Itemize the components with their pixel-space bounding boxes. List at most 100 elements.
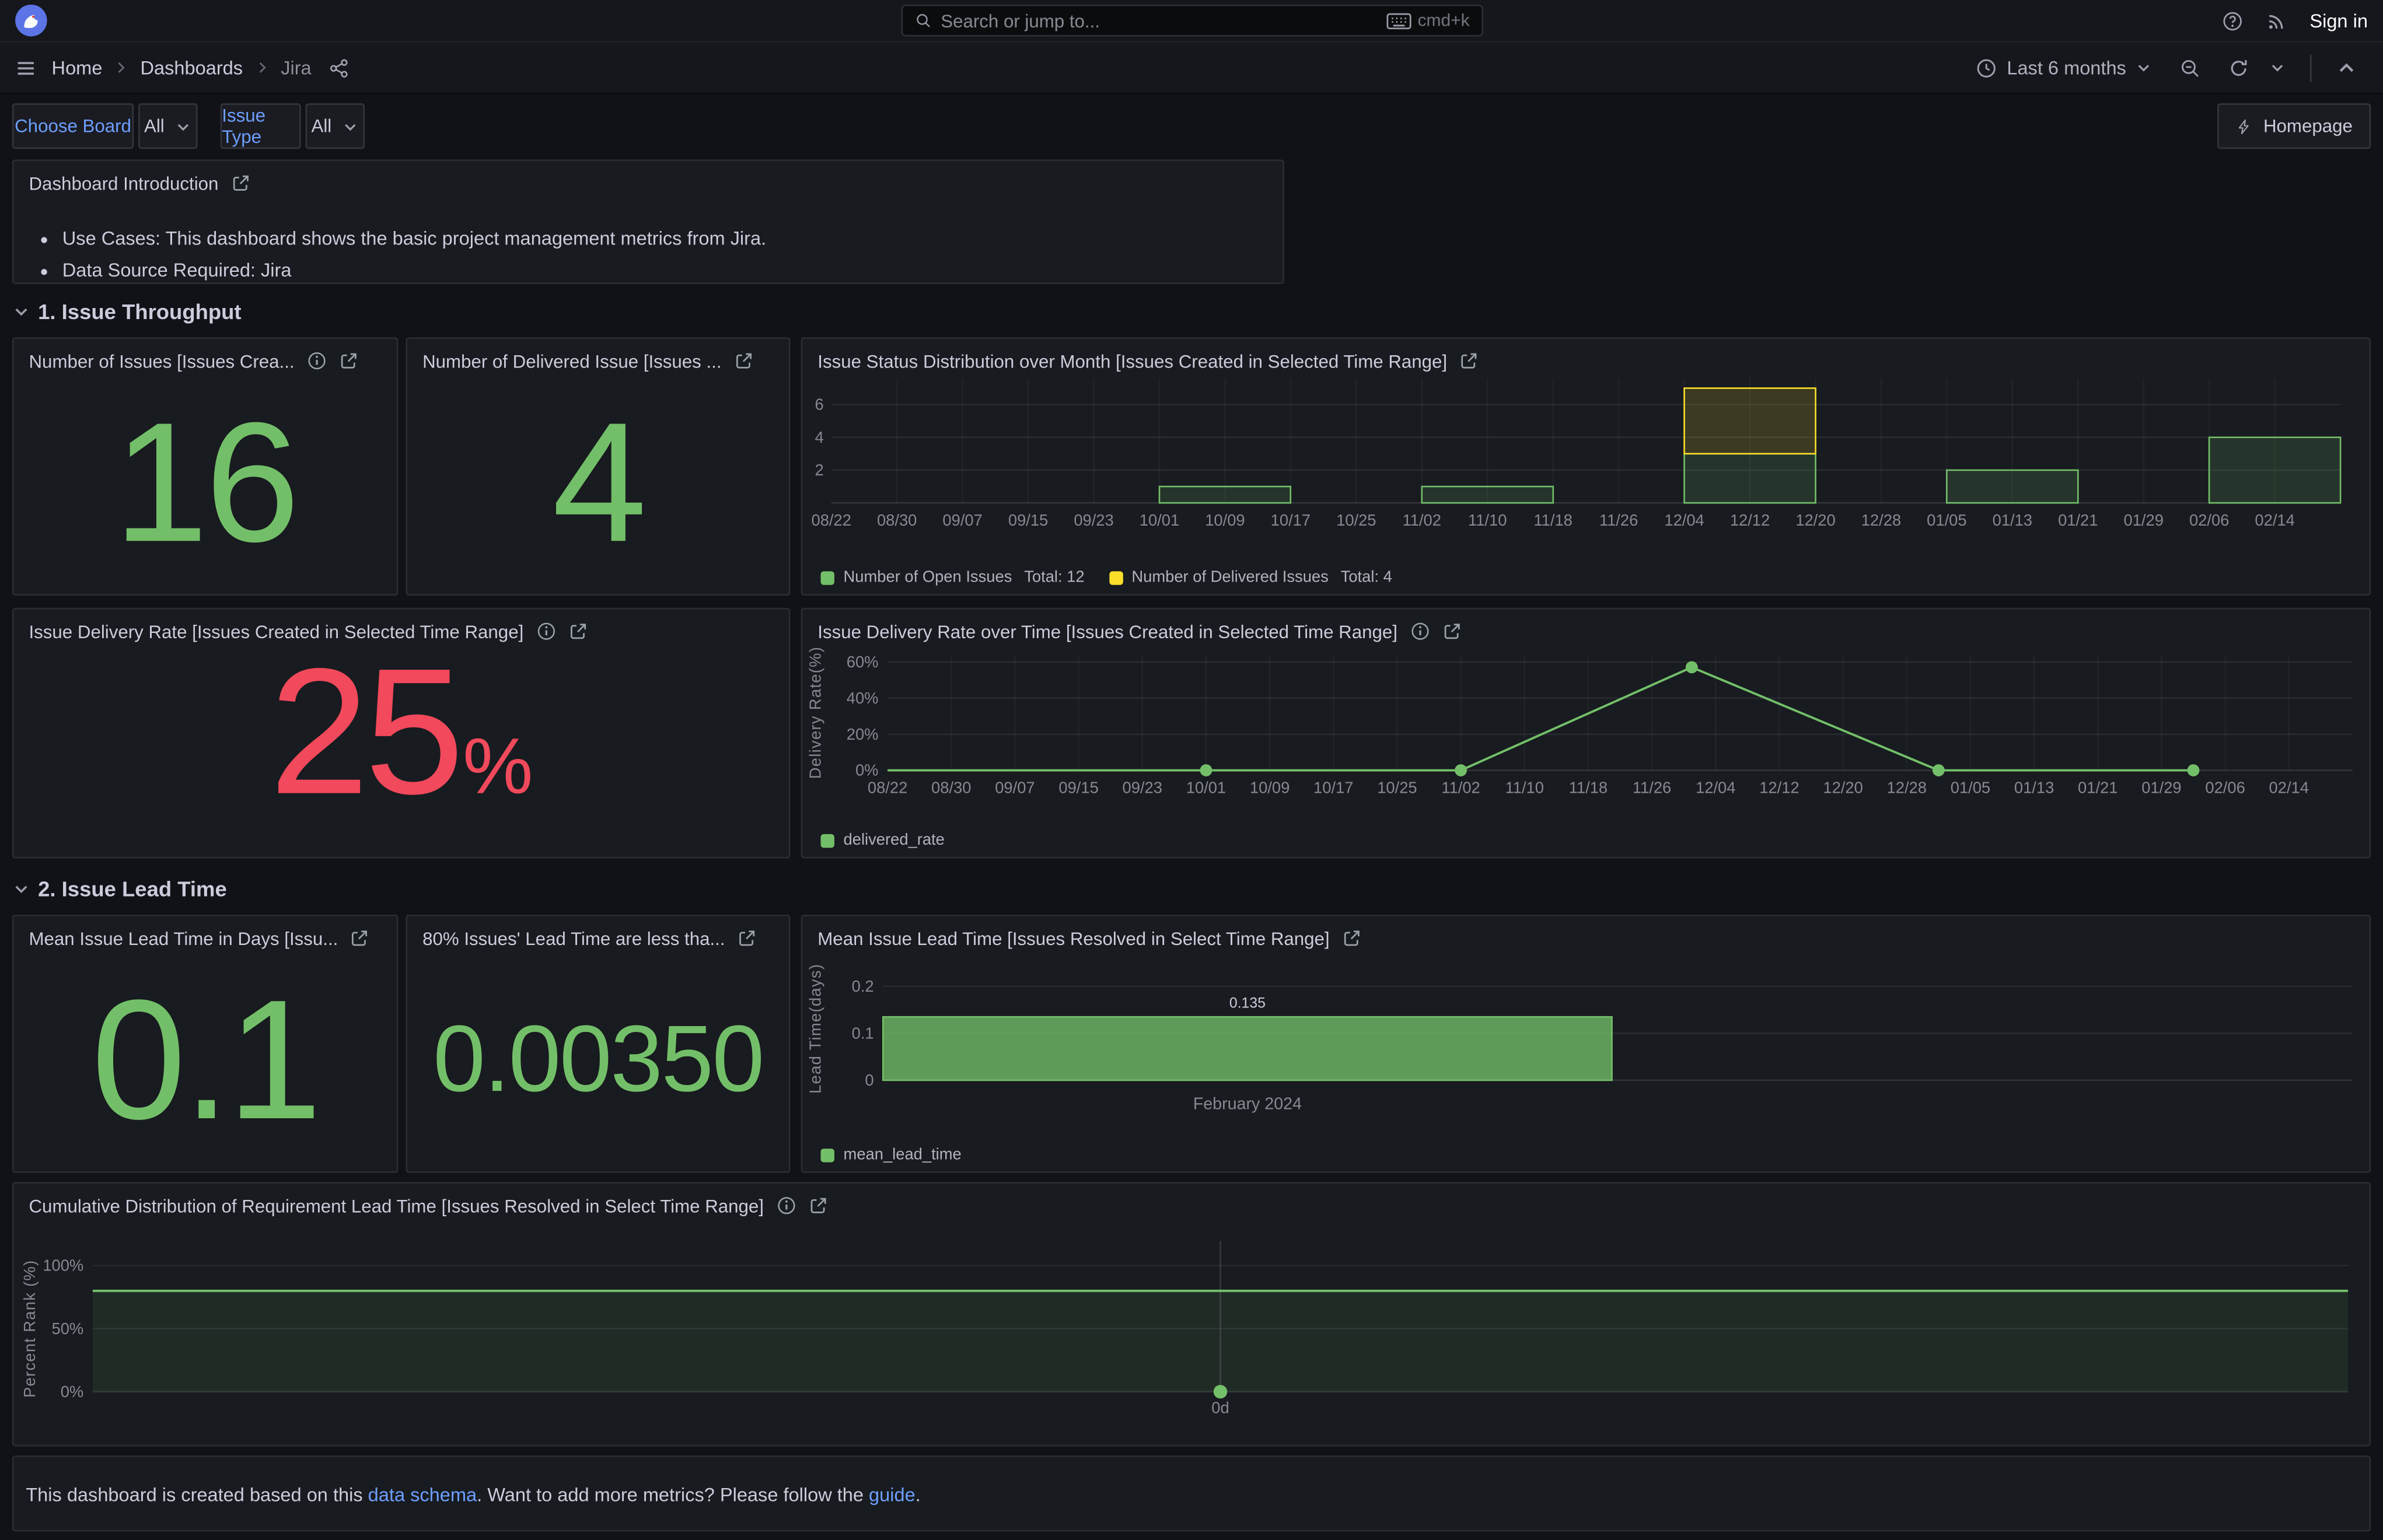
svg-text:09/07: 09/07 bbox=[942, 511, 982, 529]
svg-text:0: 0 bbox=[865, 1071, 873, 1089]
stat-panel-delivery-rate: Issue Delivery Rate [Issues Created in S… bbox=[12, 608, 791, 859]
dashboard-canvas: Choose Board All Issue Type All Homepage… bbox=[0, 93, 2383, 1540]
stat-panel-delivered-issues: Number of Delivered Issue [Issues ... 4 bbox=[406, 337, 790, 596]
svg-text:0.1: 0.1 bbox=[852, 1024, 874, 1042]
svg-text:09/15: 09/15 bbox=[1058, 779, 1098, 797]
svg-text:02/14: 02/14 bbox=[2269, 779, 2309, 797]
legend-item[interactable]: Number of Delivered IssuesTotal: 4 bbox=[1109, 568, 1392, 586]
external-link-icon[interactable] bbox=[338, 351, 358, 371]
external-link-icon[interactable] bbox=[350, 928, 370, 948]
chevron-right-icon bbox=[113, 60, 130, 76]
svg-text:09/23: 09/23 bbox=[1123, 779, 1162, 797]
panel-title[interactable]: Issue Status Distribution over Month [Is… bbox=[817, 350, 1447, 371]
board-select[interactable]: All bbox=[138, 103, 198, 149]
stat-value: 4 bbox=[407, 372, 789, 594]
refresh-interval-dropdown[interactable] bbox=[2266, 53, 2296, 82]
mean-lead-time-chart[interactable]: 00.10.2Lead Time(days)0.135February 2024 bbox=[802, 950, 2369, 1138]
chevron-down-icon bbox=[2269, 60, 2286, 76]
time-range-picker[interactable]: Last 6 months bbox=[1966, 51, 2162, 84]
guide-link[interactable]: guide bbox=[869, 1485, 916, 1506]
breadcrumb-home[interactable]: Home bbox=[52, 57, 103, 78]
svg-text:0%: 0% bbox=[61, 1382, 83, 1401]
search-icon bbox=[915, 12, 932, 29]
external-link-icon[interactable] bbox=[1442, 621, 1462, 641]
svg-text:10/01: 10/01 bbox=[1140, 511, 1179, 529]
external-link-icon[interactable] bbox=[737, 928, 757, 948]
status-distribution-chart[interactable]: 24608/2208/3009/0709/1509/2310/0110/0910… bbox=[802, 372, 2369, 551]
external-link-icon[interactable] bbox=[1341, 928, 1361, 948]
svg-text:11/18: 11/18 bbox=[1533, 511, 1572, 529]
external-link-icon[interactable] bbox=[568, 621, 588, 641]
help-icon[interactable] bbox=[2221, 10, 2242, 31]
external-link-icon[interactable] bbox=[230, 173, 250, 193]
data-schema-link[interactable]: data schema bbox=[368, 1485, 477, 1506]
info-icon[interactable] bbox=[1410, 621, 1430, 641]
toolbar-row: Home Dashboards Jira Last 6 months bbox=[0, 41, 2383, 93]
intro-bullet: Data Source Required: Jira bbox=[62, 260, 1264, 281]
chevron-up-icon bbox=[2336, 57, 2357, 78]
panel-title[interactable]: 80% Issues' Lead Time are less tha... bbox=[422, 928, 725, 949]
zoom-out-button[interactable] bbox=[2169, 51, 2211, 84]
external-link-icon[interactable] bbox=[733, 351, 753, 371]
refresh-button[interactable] bbox=[2217, 51, 2260, 84]
stat-panel-mean-lead-time: Mean Issue Lead Time in Days [Issu... 0.… bbox=[12, 915, 399, 1173]
delivery-rate-chart[interactable]: 0%20%40%60%08/2208/3009/0709/1509/2310/0… bbox=[802, 643, 2369, 822]
grafana-logo[interactable] bbox=[15, 5, 47, 37]
section-issue-throughput[interactable]: 1. Issue Throughput bbox=[12, 299, 242, 324]
info-icon[interactable] bbox=[306, 351, 326, 371]
cumulative-distribution-chart[interactable]: 0%50%100%Percent Rank (%)0d bbox=[13, 1217, 2369, 1445]
issue-type-select[interactable]: All bbox=[306, 103, 365, 149]
svg-text:09/23: 09/23 bbox=[1074, 511, 1113, 529]
chart-panel-status-distribution: Issue Status Distribution over Month [Is… bbox=[801, 337, 2371, 596]
zoom-out-icon bbox=[2179, 57, 2200, 78]
panel-title[interactable]: Cumulative Distribution of Requirement L… bbox=[29, 1195, 763, 1216]
footer-panel: This dashboard is created based on this … bbox=[12, 1455, 2371, 1531]
chevron-down-icon bbox=[175, 118, 192, 135]
legend-item[interactable]: mean_lead_time bbox=[820, 1146, 961, 1164]
panel-title[interactable]: Mean Issue Lead Time in Days [Issu... bbox=[29, 928, 338, 949]
svg-text:0%: 0% bbox=[855, 761, 879, 779]
external-link-icon[interactable] bbox=[808, 1196, 828, 1216]
refresh-icon bbox=[2228, 57, 2249, 78]
search-input[interactable]: Search or jump to... cmd+k bbox=[902, 5, 1484, 37]
panel-title[interactable]: Dashboard Introduction bbox=[29, 173, 218, 194]
svg-text:10/01: 10/01 bbox=[1186, 779, 1226, 797]
issue-type-label[interactable]: Issue Type bbox=[221, 103, 301, 149]
svg-text:40%: 40% bbox=[847, 689, 879, 707]
svg-text:12/20: 12/20 bbox=[1823, 779, 1863, 797]
info-icon[interactable] bbox=[536, 621, 555, 641]
legend-item[interactable]: Number of Open IssuesTotal: 12 bbox=[820, 568, 1084, 586]
panel-title[interactable]: Number of Delivered Issue [Issues ... bbox=[422, 350, 721, 371]
collapse-topbar-button[interactable] bbox=[2325, 51, 2368, 84]
info-icon[interactable] bbox=[776, 1196, 796, 1216]
svg-text:60%: 60% bbox=[847, 653, 879, 671]
bolt-icon bbox=[2236, 118, 2253, 135]
section-issue-lead-time[interactable]: 2. Issue Lead Time bbox=[12, 877, 227, 901]
search-shortcut: cmd+k bbox=[1386, 12, 1470, 30]
svg-text:01/05: 01/05 bbox=[1927, 511, 1966, 529]
news-icon[interactable] bbox=[2266, 10, 2287, 31]
svg-text:2: 2 bbox=[815, 461, 823, 479]
panel-title[interactable]: Mean Issue Lead Time [Issues Resolved in… bbox=[817, 928, 1329, 949]
svg-text:12/12: 12/12 bbox=[1730, 511, 1770, 529]
panel-title[interactable]: Issue Delivery Rate over Time [Issues Cr… bbox=[817, 621, 1397, 642]
menu-icon[interactable] bbox=[15, 57, 36, 78]
legend-item[interactable]: delivered_rate bbox=[820, 831, 944, 849]
chart-panel-delivery-rate-over-time: Issue Delivery Rate over Time [Issues Cr… bbox=[801, 608, 2371, 859]
svg-text:11/18: 11/18 bbox=[1569, 779, 1608, 797]
homepage-button[interactable]: Homepage bbox=[2218, 103, 2371, 149]
choose-board-label[interactable]: Choose Board bbox=[12, 103, 134, 149]
external-link-icon[interactable] bbox=[1459, 351, 1479, 371]
svg-text:6: 6 bbox=[815, 396, 823, 414]
panel-title[interactable]: Number of Issues [Issues Crea... bbox=[29, 350, 294, 371]
share-icon[interactable] bbox=[328, 57, 349, 78]
chart-panel-cumulative-distribution: Cumulative Distribution of Requirement L… bbox=[12, 1182, 2371, 1446]
footer-text: This dashboard is created based on this … bbox=[13, 1457, 2369, 1506]
sign-in-button[interactable]: Sign in bbox=[2309, 10, 2368, 31]
intro-bullet: Use Cases: This dashboard shows the basi… bbox=[62, 228, 1264, 249]
svg-text:10/25: 10/25 bbox=[1336, 511, 1376, 529]
svg-text:20%: 20% bbox=[847, 725, 879, 743]
chart-legend: mean_lead_time bbox=[820, 1146, 961, 1164]
breadcrumb-dashboards[interactable]: Dashboards bbox=[141, 57, 243, 78]
svg-text:01/13: 01/13 bbox=[1993, 511, 2032, 529]
